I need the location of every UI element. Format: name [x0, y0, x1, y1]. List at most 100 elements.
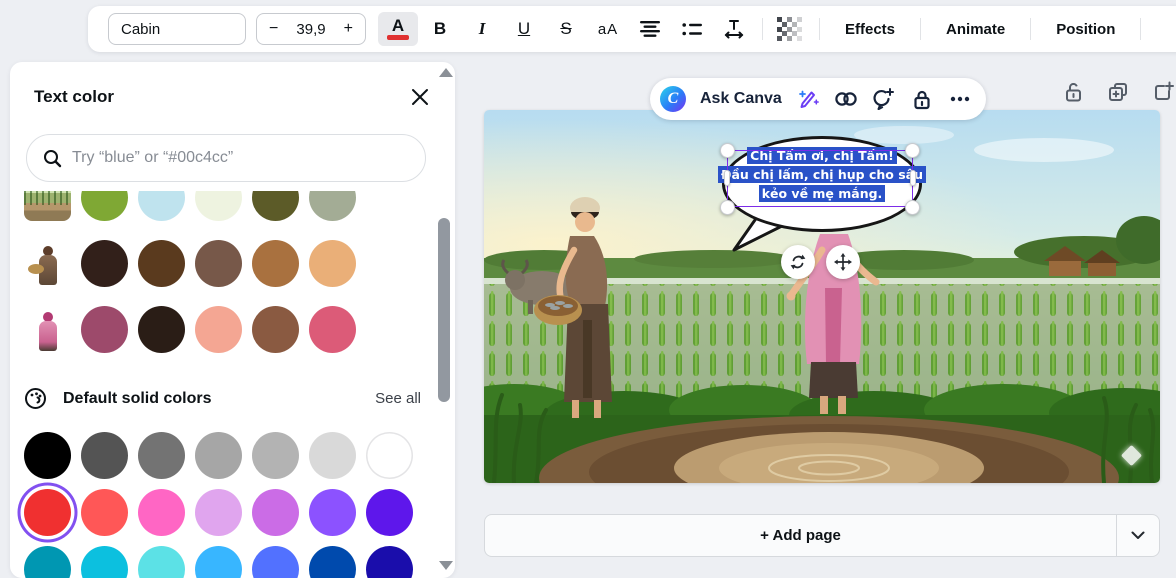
- strikethrough-button[interactable]: S: [546, 12, 586, 46]
- color-swatch[interactable]: [81, 432, 128, 479]
- ask-canva-button[interactable]: Ask Canva: [700, 90, 782, 108]
- rice-field-photo-thumb[interactable]: [24, 191, 71, 221]
- underline-button[interactable]: U: [504, 12, 544, 46]
- solid-color-row: [24, 489, 431, 536]
- color-swatch[interactable]: [81, 240, 128, 287]
- color-swatch[interactable]: [138, 546, 185, 578]
- resize-handle-right[interactable]: [910, 170, 916, 186]
- color-swatch[interactable]: [138, 489, 185, 536]
- color-swatch[interactable]: [309, 432, 356, 479]
- italic-button[interactable]: I: [462, 12, 502, 46]
- color-swatch[interactable]: [81, 191, 128, 221]
- color-swatch[interactable]: [252, 489, 299, 536]
- color-swatch[interactable]: [252, 432, 299, 479]
- color-swatch[interactable]: [195, 306, 242, 353]
- scrollbar-thumb[interactable]: [438, 218, 450, 402]
- toolbar-divider: [1140, 18, 1141, 40]
- see-all-link[interactable]: See all: [375, 390, 421, 407]
- color-swatch[interactable]: [366, 546, 413, 578]
- color-swatch[interactable]: [309, 489, 356, 536]
- color-swatch[interactable]: [195, 432, 242, 479]
- color-swatch[interactable]: [252, 191, 299, 221]
- animate-button[interactable]: Animate: [928, 12, 1023, 46]
- lock-page-button[interactable]: [1061, 80, 1085, 104]
- color-swatch[interactable]: [252, 240, 299, 287]
- resize-handle-bottom-right[interactable]: [905, 200, 920, 215]
- color-swatch[interactable]: [252, 546, 299, 578]
- color-swatch[interactable]: [138, 432, 185, 479]
- more-options-button[interactable]: [948, 87, 972, 111]
- text-color-button[interactable]: A: [378, 12, 418, 46]
- chevron-down-icon: [1131, 531, 1145, 540]
- canva-logo[interactable]: C: [660, 86, 686, 112]
- color-swatch[interactable]: [24, 489, 71, 536]
- text-selection-box[interactable]: [727, 150, 913, 207]
- transparency-button[interactable]: [771, 12, 811, 46]
- toolbar-divider: [920, 18, 921, 40]
- color-swatch[interactable]: [195, 191, 242, 221]
- color-swatch[interactable]: [138, 191, 185, 221]
- alignment-button[interactable]: [630, 12, 670, 46]
- link-button[interactable]: [834, 87, 858, 111]
- resize-handle-top-right[interactable]: [905, 143, 920, 158]
- color-swatch[interactable]: [309, 306, 356, 353]
- font-size-value[interactable]: 39,9: [296, 21, 325, 38]
- close-panel-button[interactable]: [407, 84, 433, 110]
- add-page-icon-button[interactable]: [1151, 80, 1175, 104]
- bold-button[interactable]: B: [420, 12, 460, 46]
- resize-handle-top-left[interactable]: [720, 143, 735, 158]
- move-button[interactable]: [826, 245, 860, 279]
- color-swatch[interactable]: [309, 240, 356, 287]
- photo-color-row: [24, 191, 431, 221]
- color-swatch[interactable]: [252, 306, 299, 353]
- color-swatch[interactable]: [138, 306, 185, 353]
- color-swatch[interactable]: [24, 432, 71, 479]
- color-swatch[interactable]: [309, 191, 356, 221]
- color-swatch[interactable]: [81, 489, 128, 536]
- color-search-box[interactable]: [26, 134, 426, 182]
- lock-element-button[interactable]: [910, 87, 934, 111]
- photo-swatches: [81, 306, 356, 353]
- list-button[interactable]: [672, 12, 712, 46]
- photo-swatches: [81, 240, 356, 287]
- palette-icon: [24, 387, 47, 410]
- font-family-selector[interactable]: Cabin: [108, 13, 246, 45]
- unlock-icon: [1063, 81, 1084, 103]
- woman-with-basket-photo-thumb[interactable]: [24, 240, 71, 287]
- magic-pen-icon: [797, 88, 819, 110]
- rotate-icon: [789, 253, 807, 271]
- magic-edit-button[interactable]: [796, 87, 820, 111]
- add-page-split-button: + Add page: [484, 514, 1160, 557]
- duplicate-page-button[interactable]: [1106, 80, 1130, 104]
- add-page-button[interactable]: + Add page: [485, 515, 1116, 556]
- text-color-panel: Text color: [10, 62, 455, 578]
- woman-in-pink-photo-thumb[interactable]: [24, 306, 71, 353]
- design-page-canvas[interactable]: Chị Tấm ơi, chị Tấm! Đầu chị lấm, chị hụ…: [484, 110, 1160, 483]
- color-swatch[interactable]: [81, 546, 128, 578]
- add-page-dropdown-button[interactable]: [1117, 515, 1159, 556]
- color-swatch[interactable]: [81, 306, 128, 353]
- decrease-font-size-button[interactable]: −: [269, 20, 278, 38]
- color-swatch[interactable]: [138, 240, 185, 287]
- color-swatch[interactable]: [195, 546, 242, 578]
- comment-button[interactable]: [872, 87, 896, 111]
- spacing-button[interactable]: [714, 12, 754, 46]
- color-search-input[interactable]: [72, 149, 409, 167]
- text-case-button[interactable]: aA: [588, 12, 628, 46]
- color-swatch[interactable]: [24, 546, 71, 578]
- scroll-up-arrow[interactable]: [439, 68, 453, 77]
- color-swatch[interactable]: [366, 489, 413, 536]
- color-swatch[interactable]: [309, 546, 356, 578]
- increase-font-size-button[interactable]: +: [344, 20, 353, 38]
- color-swatch[interactable]: [195, 489, 242, 536]
- scroll-down-arrow[interactable]: [439, 561, 453, 570]
- rotate-button[interactable]: [781, 245, 815, 279]
- effects-button[interactable]: Effects: [827, 12, 913, 46]
- color-swatch[interactable]: [195, 240, 242, 287]
- photo-swatches: [81, 191, 356, 221]
- letter-spacing-icon: [723, 19, 745, 39]
- resize-handle-left[interactable]: [724, 170, 730, 186]
- resize-handle-bottom-left[interactable]: [720, 200, 735, 215]
- color-swatch[interactable]: [366, 432, 413, 479]
- position-button[interactable]: Position: [1038, 12, 1133, 46]
